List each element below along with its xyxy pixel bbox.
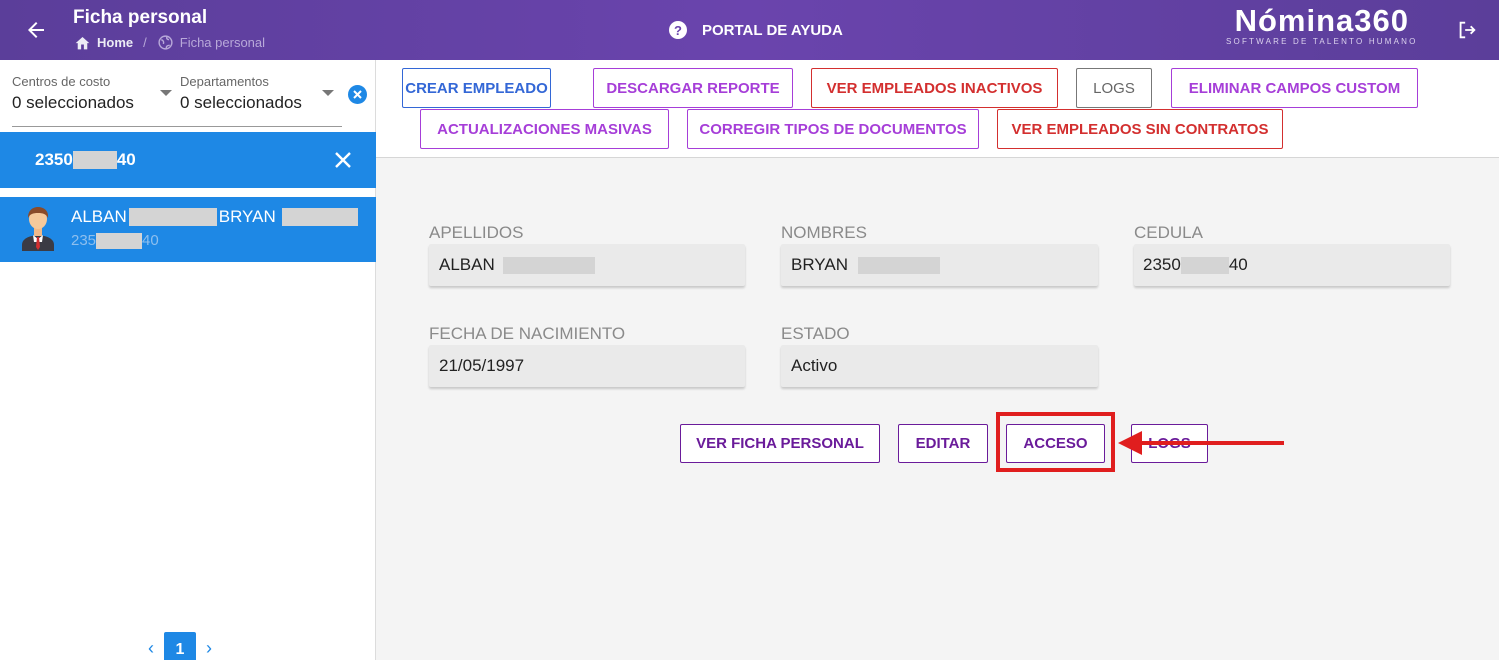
search-bar[interactable]: 2350 40	[0, 132, 376, 188]
filter-label: Centros de costo	[12, 74, 111, 89]
back-arrow-icon[interactable]	[24, 18, 48, 42]
breadcrumb-current: Ficha personal	[179, 35, 266, 50]
nombres-label: NOMBRES	[781, 223, 867, 242]
actualizaciones-masivas-button[interactable]: ACTUALIZACIONES MASIVAS	[420, 109, 669, 149]
cedula-prefix: 2350	[1143, 255, 1181, 274]
sidebar: Centros de costo 0 seleccionados Departa…	[0, 60, 376, 660]
chevron-down-icon[interactable]	[160, 90, 172, 96]
previous-page-button[interactable]: ‹	[148, 638, 154, 659]
close-icon[interactable]	[334, 151, 352, 169]
nombres-field: BRYAN	[781, 244, 1098, 286]
clear-filters-button[interactable]	[348, 85, 367, 104]
search-query-prefix: 2350	[35, 150, 73, 169]
filter-value: 0 seleccionados	[180, 93, 302, 112]
filter-underline	[12, 126, 342, 127]
filter-label: Departamentos	[180, 74, 269, 89]
department-filter[interactable]: Departamentos 0 seleccionados	[180, 74, 302, 113]
descargar-reporte-button[interactable]: DESCARGAR REPORTE	[593, 68, 793, 108]
help-portal-link[interactable]: ? PORTAL DE AYUDA	[668, 20, 843, 40]
employee-name: ALBAN BRYAN	[71, 207, 358, 227]
estado-label: ESTADO	[781, 324, 850, 343]
corregir-tipos-documentos-button[interactable]: CORREGIR TIPOS DE DOCUMENTOS	[687, 109, 979, 149]
employee-surname: ALBAN	[71, 207, 127, 226]
apellidos-field: ALBAN	[429, 244, 745, 286]
crear-empleado-button[interactable]: CREAR EMPLEADO	[402, 68, 551, 108]
cedula-suffix: 40	[1228, 255, 1248, 274]
redaction-mask	[72, 151, 117, 169]
chevron-down-icon[interactable]	[322, 90, 334, 96]
logs-button[interactable]: LOGS	[1076, 68, 1152, 108]
next-page-button[interactable]: ›	[206, 638, 212, 659]
apellidos-value: ALBAN	[439, 255, 495, 274]
cedula-label: CEDULA	[1134, 223, 1203, 242]
list-item[interactable]: ALBAN BRYAN 235 40	[0, 197, 376, 262]
logo: Nómina360 SOFTWARE DE TALENTO HUMANO	[1226, 3, 1418, 47]
annotation-highlight-box	[996, 412, 1115, 472]
redaction-mask	[281, 208, 358, 226]
redaction-mask	[502, 256, 595, 274]
toolbar: CREAR EMPLEADO DESCARGAR REPORTE VER EMP…	[376, 60, 1499, 158]
avatar	[22, 207, 54, 251]
app-header: Ficha personal Home / Ficha personal ? P…	[0, 0, 1499, 60]
page-number-button[interactable]: 1	[164, 632, 196, 660]
pagination: ‹ 1 ›	[148, 632, 212, 660]
search-query-suffix: 40	[116, 150, 136, 169]
fecha-nacimiento-field: 21/05/1997	[429, 345, 745, 387]
employee-id: 235 40	[71, 232, 159, 249]
help-label: PORTAL DE AYUDA	[702, 21, 843, 39]
redaction-mask	[858, 256, 941, 274]
search-query[interactable]: 2350 40	[35, 150, 136, 170]
breadcrumb-separator: /	[143, 35, 147, 50]
estado-field: Activo	[781, 345, 1098, 387]
logo-main: Nómina360	[1234, 3, 1409, 38]
apellidos-label: APELLIDOS	[429, 223, 524, 242]
ver-empleados-inactivos-button[interactable]: VER EMPLEADOS INACTIVOS	[811, 68, 1058, 108]
employee-first-name: BRYAN	[218, 207, 276, 226]
eliminar-campos-custom-button[interactable]: ELIMINAR CAMPOS CUSTOM	[1171, 68, 1418, 108]
redaction-mask	[96, 232, 143, 249]
annotation-arrow-icon	[1118, 431, 1284, 455]
redaction-mask	[128, 208, 217, 226]
close-icon	[353, 90, 362, 99]
estado-value: Activo	[791, 356, 838, 375]
help-icon: ?	[669, 21, 687, 39]
home-icon	[75, 37, 90, 50]
cost-center-filter[interactable]: Centros de costo 0 seleccionados	[12, 74, 134, 113]
filter-value: 0 seleccionados	[12, 93, 134, 112]
globe-icon	[158, 35, 173, 50]
cedula-field: 2350 40	[1134, 244, 1450, 286]
page-title: Ficha personal	[73, 7, 208, 28]
editar-button[interactable]: EDITAR	[898, 424, 988, 463]
nombres-value: BRYAN	[791, 255, 849, 274]
fecha-nacimiento-value: 21/05/1997	[439, 356, 525, 375]
svg-text:?: ?	[674, 23, 682, 38]
fecha-nacimiento-label: FECHA DE NACIMIENTO	[429, 324, 626, 343]
logo-sub: SOFTWARE DE TALENTO HUMANO	[1226, 37, 1418, 46]
employee-id-suffix: 40	[142, 232, 159, 249]
logout-icon[interactable]	[1456, 19, 1478, 41]
breadcrumb-home[interactable]: Home	[97, 35, 133, 50]
redaction-mask	[1180, 256, 1229, 274]
ver-empleados-sin-contratos-button[interactable]: VER EMPLEADOS SIN CONTRATOS	[997, 109, 1283, 149]
employee-id-prefix: 235	[71, 232, 97, 249]
ver-ficha-personal-button[interactable]: VER FICHA PERSONAL	[680, 424, 880, 463]
breadcrumb: Home / Ficha personal	[74, 34, 265, 51]
